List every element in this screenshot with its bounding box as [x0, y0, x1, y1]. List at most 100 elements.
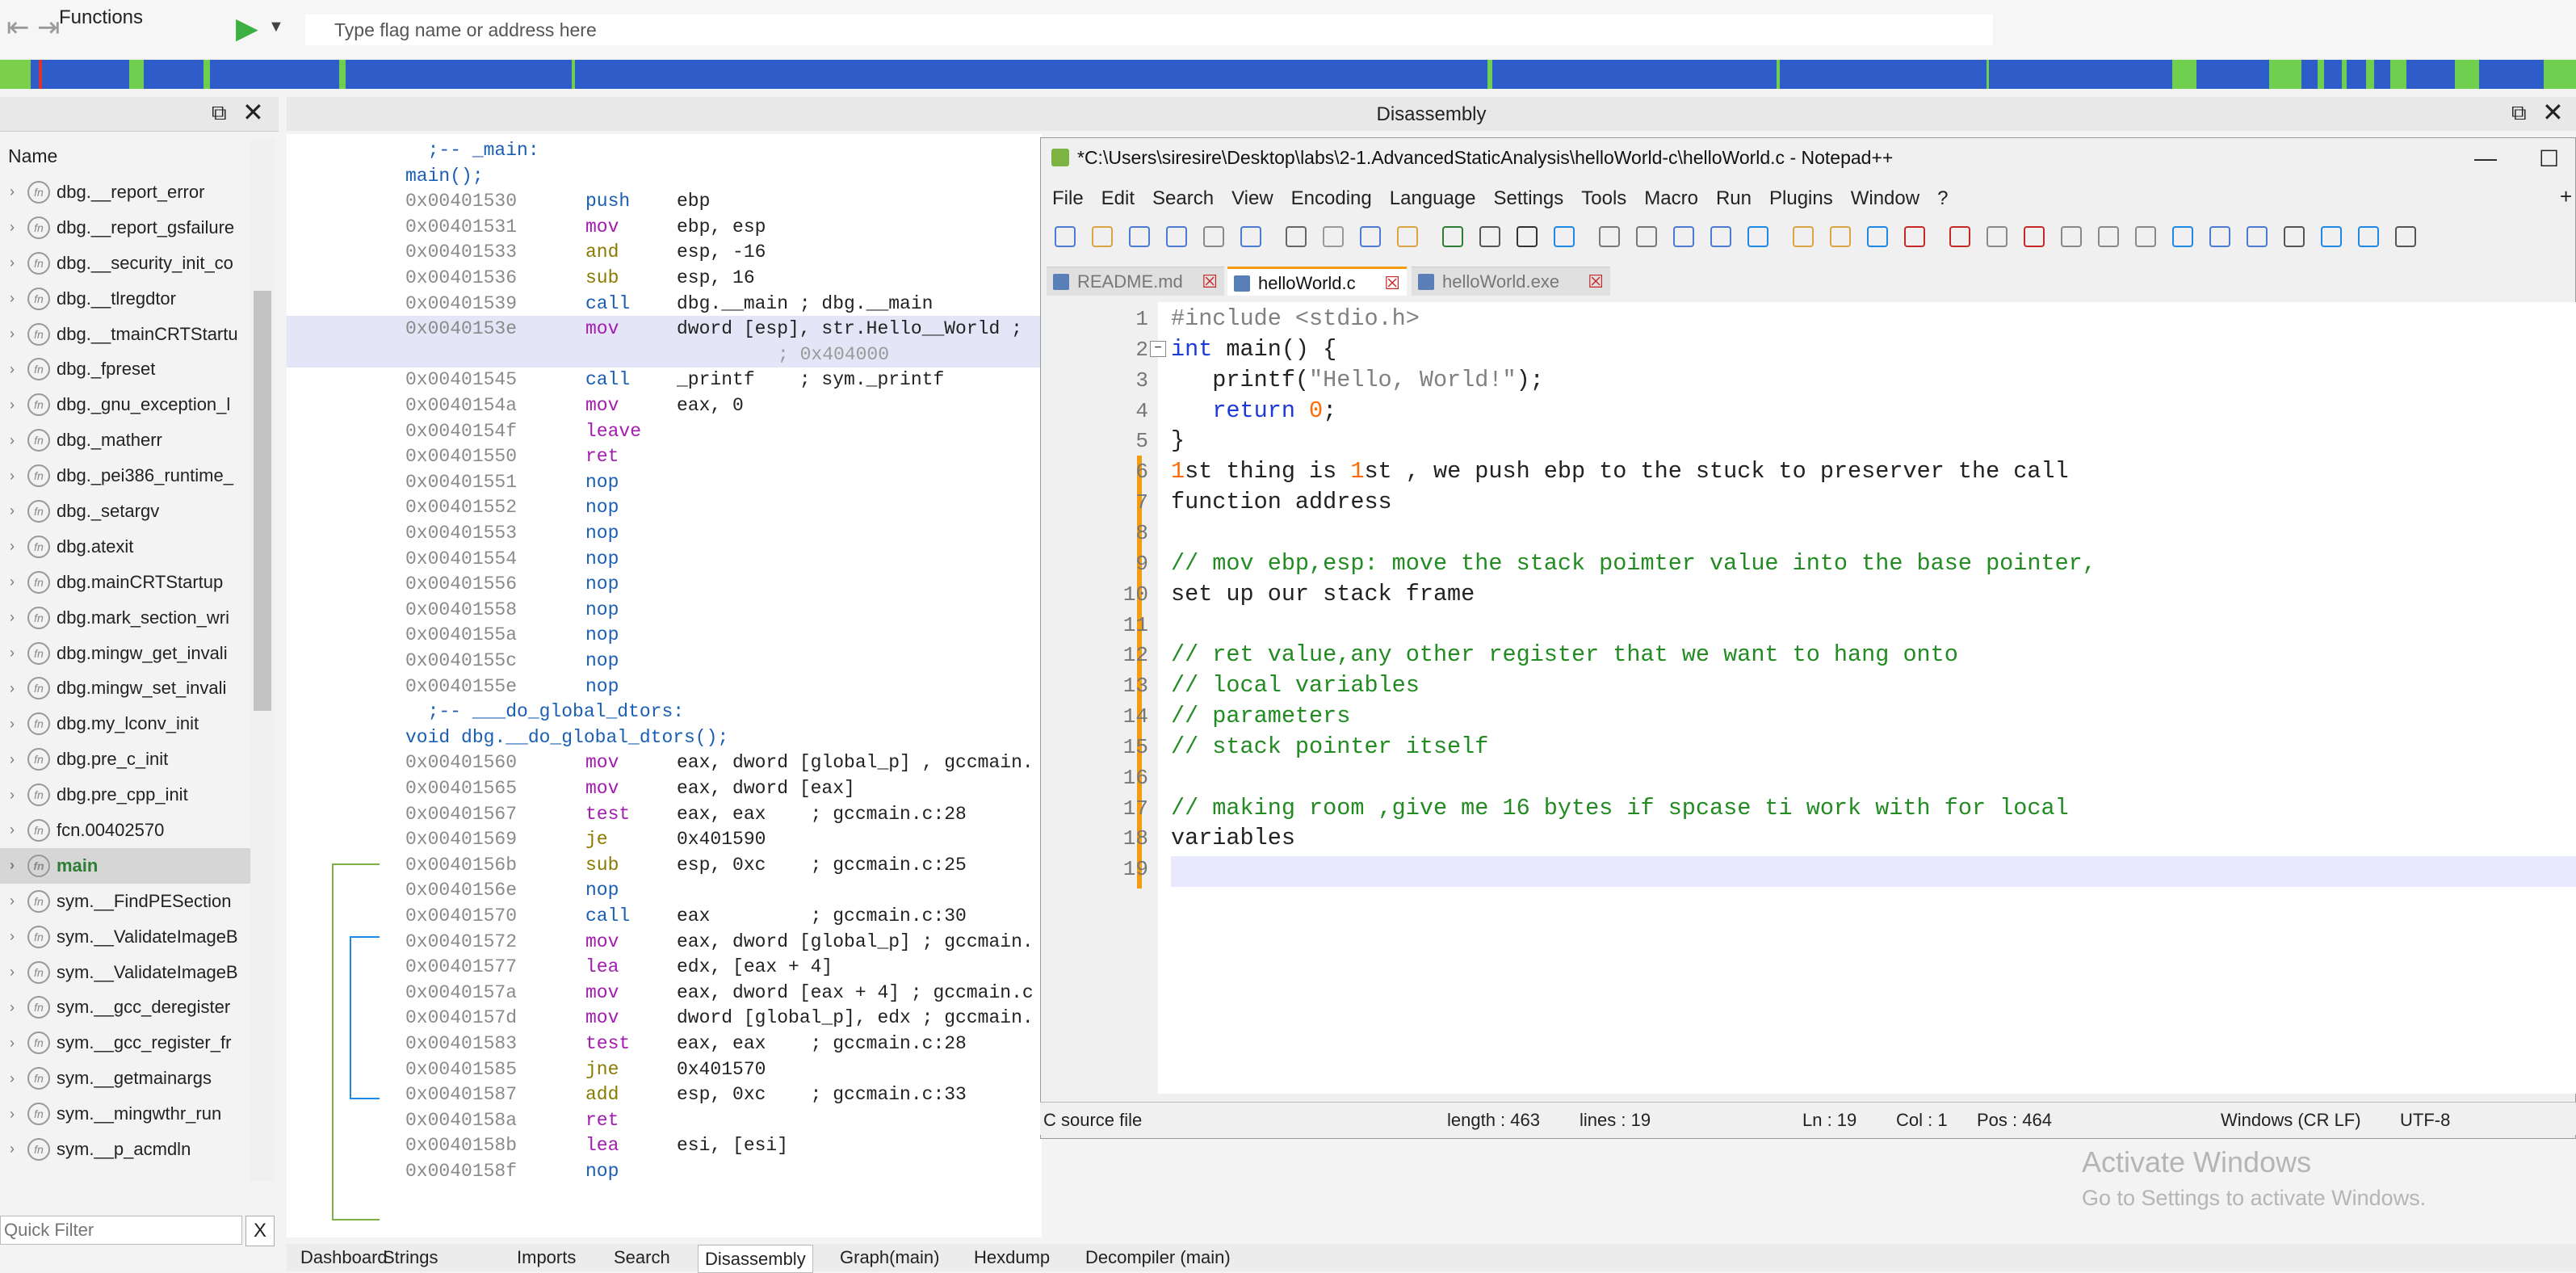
toolbar-button-icon[interactable] [1479, 226, 1500, 247]
play-icon[interactable]: ▶ [236, 11, 258, 45]
function-list-item[interactable]: › fn dbg._gnu_exception_l [0, 387, 250, 422]
function-list-item[interactable]: › fn dbg.pre_cpp_init [0, 777, 250, 813]
asm-instruction-line[interactable]: 0x00401536 sub esp, 16 [287, 265, 1042, 291]
close-tab-icon[interactable]: ☒ [1202, 267, 1218, 296]
toolbar-button-icon[interactable] [2061, 226, 2082, 247]
toolbar-button-icon[interactable] [1710, 226, 1731, 247]
menu-item[interactable]: Window [1851, 187, 1919, 209]
functions-column-header[interactable]: Name ▲ [0, 139, 266, 173]
code-line[interactable]: variables [1171, 823, 1295, 854]
asm-comment-line[interactable]: ; 0x404000 [287, 341, 1042, 368]
close-icon[interactable]: ✕ [2542, 97, 2564, 128]
chevron-right-icon[interactable]: › [3, 361, 21, 378]
asm-instruction-line[interactable]: 0x00401550 ret [287, 443, 1042, 469]
menu-item[interactable]: Run [1716, 187, 1752, 209]
function-list-item[interactable]: › fn dbg.__security_init_co [0, 246, 250, 281]
toolbar-button-icon[interactable] [1442, 226, 1463, 247]
asm-instruction-line[interactable]: 0x00401556 nop [287, 571, 1042, 597]
code-line[interactable]: // ret value,any other register that we … [1171, 640, 1958, 670]
code-line[interactable]: // local variables [1171, 670, 1420, 701]
chevron-right-icon[interactable]: › [3, 290, 21, 307]
toolbar-button-icon[interactable] [1092, 226, 1113, 247]
tab-imports[interactable]: Imports [517, 1247, 576, 1268]
menu-item[interactable]: Macro [1644, 187, 1698, 209]
function-list-item[interactable]: › fn dbg.mark_section_wri [0, 600, 250, 636]
restore-icon[interactable]: ⧉ [2511, 100, 2527, 126]
function-list-item[interactable]: › fn dbg._pei386_runtime_ [0, 458, 250, 494]
chevron-right-icon[interactable]: › [3, 857, 21, 874]
toolbar-button-icon[interactable] [1517, 226, 1538, 247]
chevron-right-icon[interactable]: › [3, 1106, 21, 1123]
function-list-item[interactable]: › fn sym.__mingwthr_run [0, 1096, 250, 1132]
asm-instruction-line[interactable]: 0x00401560 mov eax, dword [global_p] , gcc… [287, 750, 1042, 775]
asm-instruction-line[interactable]: 0x0040157d mov dword [global_p], edx ; gcc… [287, 1005, 1042, 1031]
chevron-right-icon[interactable]: › [3, 432, 21, 449]
asm-instruction-line[interactable]: 0x0040157a mov eax, dword [eax + 4] ; gccm… [287, 980, 1042, 1006]
function-list-item[interactable]: › fn sym.__p_acmdln [0, 1132, 250, 1167]
toolbar-button-icon[interactable] [2358, 226, 2379, 247]
asm-instruction-line[interactable]: 0x00401572 mov eax, dword [global_p] ; gcc… [287, 929, 1042, 955]
function-list-item[interactable]: › fn dbg.pre_c_init [0, 742, 250, 777]
toolbar-button-icon[interactable] [1129, 226, 1150, 247]
function-list-item[interactable]: › fn dbg._setargv [0, 494, 250, 529]
asm-instruction-line[interactable]: 0x00401558 nop [287, 597, 1042, 623]
asm-instruction-line[interactable]: 0x00401569 je 0x401590 [287, 826, 1042, 852]
chevron-right-icon[interactable]: › [3, 999, 21, 1016]
chevron-right-icon[interactable]: › [3, 538, 21, 555]
chevron-right-icon[interactable]: › [3, 964, 21, 981]
function-list-item[interactable]: › fn dbg.__tlregdtor [0, 281, 250, 317]
asm-instruction-line[interactable]: 0x00401530 push ebp [287, 188, 1042, 214]
menu-item[interactable]: Language [1390, 187, 1476, 209]
chevron-right-icon[interactable]: › [3, 1035, 21, 1052]
code-line[interactable]: #include <stdio.h> [1171, 304, 1420, 334]
toolbar-button-icon[interactable] [1397, 226, 1418, 247]
chevron-right-icon[interactable]: › [3, 183, 21, 200]
asm-instruction-line[interactable]: 0x00401553 nop [287, 520, 1042, 546]
toolbar-button-icon[interactable] [1673, 226, 1694, 247]
toolbar-button-icon[interactable] [1599, 226, 1620, 247]
tab-decompiler-main[interactable]: Decompiler (main) [1085, 1247, 1231, 1268]
code-line[interactable]: set up our stack frame [1171, 579, 1475, 610]
code-line[interactable]: int main() { [1171, 334, 1336, 365]
chevron-right-icon[interactable]: › [3, 326, 21, 342]
menu-item[interactable]: Plugins [1769, 187, 1833, 209]
code-line[interactable]: printf("Hello, World!"); [1171, 365, 1544, 396]
toolbar-button-icon[interactable] [2321, 226, 2342, 247]
toolbar-button-icon[interactable] [2247, 226, 2268, 247]
chevron-right-icon[interactable]: › [3, 893, 21, 910]
quick-filter-clear-button[interactable]: X [245, 1216, 275, 1246]
code-line[interactable]: // parameters [1171, 701, 1350, 732]
toolbar-button-icon[interactable] [1554, 226, 1575, 247]
chevron-right-icon[interactable]: › [3, 680, 21, 697]
function-list-item[interactable]: › fn main [0, 847, 250, 884]
chevron-right-icon[interactable]: › [3, 609, 21, 626]
menu-item[interactable]: ? [1937, 187, 1948, 209]
asm-instruction-line[interactable]: 0x00401570 call eax ; gccmain.c:30 [287, 903, 1042, 929]
code-line[interactable]: } [1171, 426, 1185, 456]
toolbar-button-icon[interactable] [2024, 226, 2045, 247]
chevron-right-icon[interactable]: › [3, 1070, 21, 1087]
toolbar-button-icon[interactable] [1904, 226, 1925, 247]
asm-instruction-line[interactable]: 0x00401551 nop [287, 469, 1042, 495]
file-tab[interactable]: helloWorld.c ☒ [1227, 267, 1407, 296]
disassembly-view[interactable]: ;-- _main: main(); 0x00401530 push ebp 0x0040… [287, 134, 1042, 1237]
chevron-right-icon[interactable]: › [3, 787, 21, 804]
tab-hexdump[interactable]: Hexdump [974, 1247, 1050, 1268]
code-line[interactable]: // stack pointer itself [1171, 732, 1488, 763]
tab-disassembly[interactable]: Disassembly [698, 1245, 813, 1273]
toolbar-button-icon[interactable] [2135, 226, 2156, 247]
toolbar-button-icon[interactable] [1987, 226, 2008, 247]
toolbar-button-icon[interactable] [1203, 226, 1224, 247]
flag-search-input[interactable] [305, 15, 1993, 45]
chevron-right-icon[interactable]: › [3, 716, 21, 733]
toolbar-button-icon[interactable] [1286, 226, 1307, 247]
toolbar-button-icon[interactable] [1830, 226, 1851, 247]
function-list-item[interactable]: › fn sym.__gcc_deregister [0, 989, 250, 1025]
toolbar-button-icon[interactable] [1055, 226, 1076, 247]
asm-instruction-line[interactable]: 0x0040155e nop [287, 674, 1042, 700]
asm-instruction-line[interactable]: 0x00401577 lea edx, [eax + 4] [287, 954, 1042, 980]
function-list-item[interactable]: › fn sym.__FindPESection [0, 884, 250, 919]
asm-instruction-line[interactable]: 0x0040158b lea esi, [esi] [287, 1132, 1042, 1158]
function-list-item[interactable]: › fn dbg._matherr [0, 422, 250, 458]
chevron-right-icon[interactable]: › [3, 928, 21, 945]
